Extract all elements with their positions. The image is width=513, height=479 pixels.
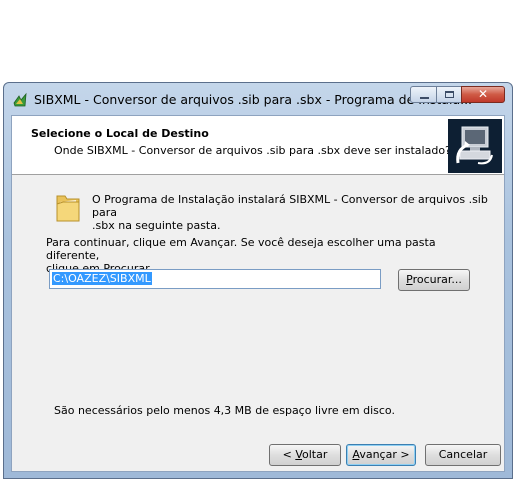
- disk-space-text: São necessários pelo menos 4,3 MB de esp…: [54, 404, 395, 417]
- minimize-button[interactable]: [410, 86, 437, 103]
- destination-path-value: C:\OAZEZ\SIBXML: [52, 272, 152, 285]
- next-button[interactable]: Avançar >: [346, 444, 416, 466]
- back-label-pre: <: [282, 448, 296, 461]
- maximize-button[interactable]: [436, 86, 462, 103]
- close-button[interactable]: ✕: [461, 86, 505, 103]
- browse-button[interactable]: Procurar...: [398, 269, 470, 291]
- info-line-1: O Programa de Instalação instalará SIBXM…: [92, 193, 488, 219]
- wizard-page: Selecione o Local de Destino Onde SIBXML…: [11, 115, 505, 472]
- computer-install-icon: [448, 119, 502, 173]
- page-subtitle: Onde SIBXML - Conversor de arquivos .sib…: [54, 144, 451, 157]
- install-info-text: O Programa de Instalação instalará SIBXM…: [92, 193, 492, 232]
- back-label-post: oltar: [302, 448, 328, 461]
- destination-path-input[interactable]: C:\OAZEZ\SIBXML: [49, 269, 381, 289]
- window-title: SIBXML - Conversor de arquivos .sib para…: [34, 92, 473, 107]
- next-label-post: vançar >: [359, 448, 410, 461]
- back-button[interactable]: < Voltar: [269, 444, 341, 466]
- cancel-button[interactable]: Cancelar: [425, 444, 501, 466]
- wizard-header: Selecione o Local de Destino Onde SIBXML…: [12, 116, 504, 175]
- back-label-accel: V: [295, 448, 302, 461]
- close-icon: ✕: [477, 87, 489, 101]
- installer-window: SIBXML - Conversor de arquivos .sib para…: [3, 82, 513, 479]
- folder-icon: [56, 195, 80, 222]
- browse-label-post: rocurar...: [412, 273, 462, 286]
- info-line-2: .sbx na seguinte pasta.: [92, 219, 221, 232]
- prompt-line-1: Para continuar, clique em Avançar. Se vo…: [46, 236, 436, 262]
- minimize-icon: [420, 97, 429, 99]
- installer-icon: [13, 92, 27, 107]
- page-title: Selecione o Local de Destino: [31, 127, 209, 140]
- maximize-icon: [445, 91, 454, 98]
- title-bar[interactable]: SIBXML - Conversor de arquivos .sib para…: [4, 83, 512, 113]
